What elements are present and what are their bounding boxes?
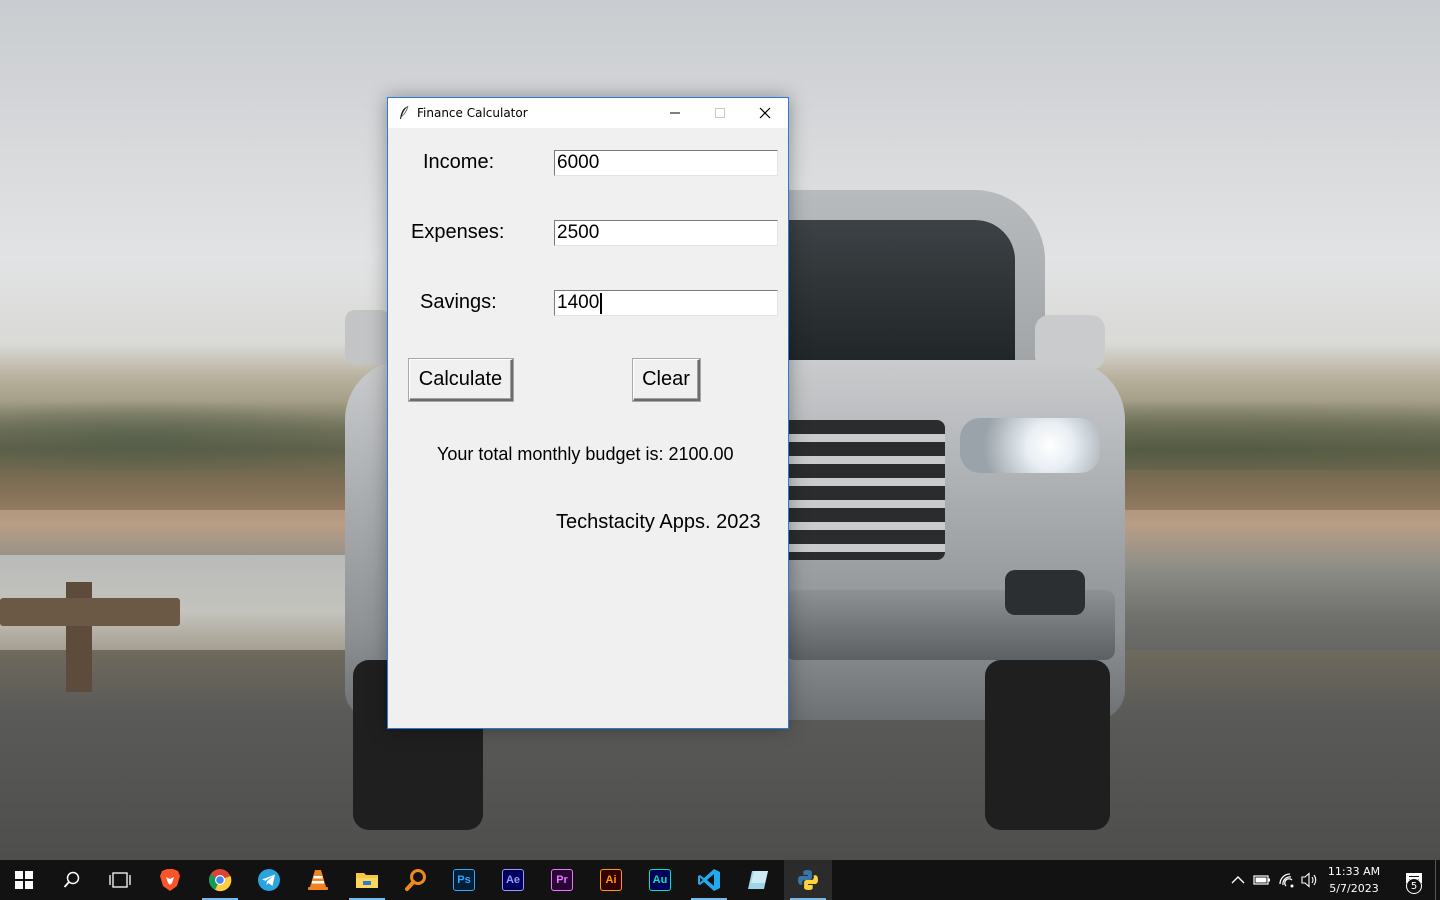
budget-result-text: Your total monthly budget is: 2100.00 — [437, 444, 734, 464]
speaker-icon — [1301, 872, 1317, 888]
notepad-icon — [748, 871, 768, 889]
telegram-icon — [258, 869, 280, 891]
text-caret — [600, 293, 602, 314]
battery-icon — [1253, 875, 1270, 885]
volume-control[interactable] — [1300, 870, 1320, 890]
clear-button[interactable]: Clear — [633, 359, 700, 401]
taskbar-app-photoshop[interactable]: Ps — [440, 860, 488, 900]
clock-date: 5/7/2023 — [1329, 882, 1379, 895]
taskbar-app-file-explorer[interactable] — [343, 860, 391, 900]
chrome-icon — [209, 869, 232, 892]
taskbar-app-brave[interactable] — [146, 860, 194, 900]
car-headlight — [960, 418, 1100, 473]
savings-label: Savings: — [420, 291, 497, 313]
income-input[interactable] — [554, 150, 778, 176]
minimize-icon — [669, 112, 680, 114]
windows-taskbar: Ps Ae Pr Ai Au 11:33 AM 5/7/2023 — [0, 860, 1440, 900]
python-icon — [798, 870, 818, 890]
task-view-icon — [109, 872, 131, 888]
audition-icon: Au — [649, 869, 671, 891]
taskbar-app-chrome[interactable] — [196, 860, 244, 900]
magnifier-icon — [405, 869, 426, 891]
notification-count-badge: 5 — [1406, 878, 1422, 894]
window-client-area: Income: Expenses: Savings: Calculate Cle… — [388, 128, 788, 728]
finance-calculator-window: Finance Calculator Income: Expenses: Sav… — [387, 97, 789, 729]
folder-icon — [356, 873, 378, 888]
taskbar-search-button[interactable] — [48, 860, 96, 900]
vlc-cone-icon — [308, 870, 328, 890]
footer-credit-text: Techstacity Apps. 2023 — [556, 511, 761, 533]
taskbar-app-telegram[interactable] — [245, 860, 293, 900]
close-icon — [759, 107, 770, 119]
taskbar-app-vlc[interactable] — [294, 860, 342, 900]
savings-input[interactable] — [554, 290, 778, 316]
taskbar-clock[interactable]: 11:33 AM 5/7/2023 — [1318, 863, 1390, 897]
start-button[interactable] — [0, 860, 48, 900]
taskbar-app-premiere[interactable]: Pr — [538, 860, 586, 900]
close-button[interactable] — [742, 98, 787, 128]
feather-icon — [398, 105, 410, 121]
wallpaper-bench — [0, 598, 180, 626]
car-fog-light — [1005, 570, 1085, 615]
expenses-input[interactable] — [554, 220, 778, 246]
maximize-button[interactable] — [697, 98, 742, 128]
show-hidden-icons-button[interactable] — [1228, 870, 1248, 890]
taskbar-app-vscode[interactable] — [685, 860, 733, 900]
taskbar-app-after-effects[interactable]: Ae — [489, 860, 537, 900]
window-title: Finance Calculator — [417, 106, 528, 120]
income-label: Income: — [423, 151, 495, 173]
task-view-button[interactable] — [96, 860, 144, 900]
search-icon — [63, 871, 80, 888]
vscode-icon — [698, 869, 720, 891]
car-grille — [775, 420, 945, 560]
network-status[interactable] — [1277, 870, 1297, 890]
car-mirror-left — [345, 310, 390, 365]
car-tire-right — [985, 660, 1110, 830]
wifi-icon — [1279, 873, 1294, 888]
calculate-button[interactable]: Calculate — [409, 359, 513, 401]
show-desktop-button[interactable] — [1435, 860, 1440, 900]
expenses-label: Expenses: — [411, 221, 505, 243]
minimize-button[interactable] — [652, 98, 697, 128]
taskbar-app-audition[interactable]: Au — [636, 860, 684, 900]
after-effects-icon: Ae — [502, 869, 524, 891]
brave-lion-icon — [160, 869, 180, 891]
premiere-icon: Pr — [551, 869, 573, 891]
chevron-up-icon — [1231, 876, 1245, 884]
maximize-icon — [714, 108, 725, 118]
taskbar-app-search-tool[interactable] — [392, 860, 440, 900]
battery-status[interactable] — [1252, 870, 1272, 890]
photoshop-icon: Ps — [453, 869, 475, 891]
windows-logo-icon — [15, 871, 33, 889]
taskbar-app-notepad[interactable] — [734, 860, 782, 900]
illustrator-icon: Ai — [600, 869, 622, 891]
clock-time: 11:33 AM — [1327, 865, 1381, 878]
taskbar-app-python[interactable] — [784, 860, 832, 900]
taskbar-app-illustrator[interactable]: Ai — [587, 860, 635, 900]
window-titlebar[interactable]: Finance Calculator — [388, 98, 788, 128]
